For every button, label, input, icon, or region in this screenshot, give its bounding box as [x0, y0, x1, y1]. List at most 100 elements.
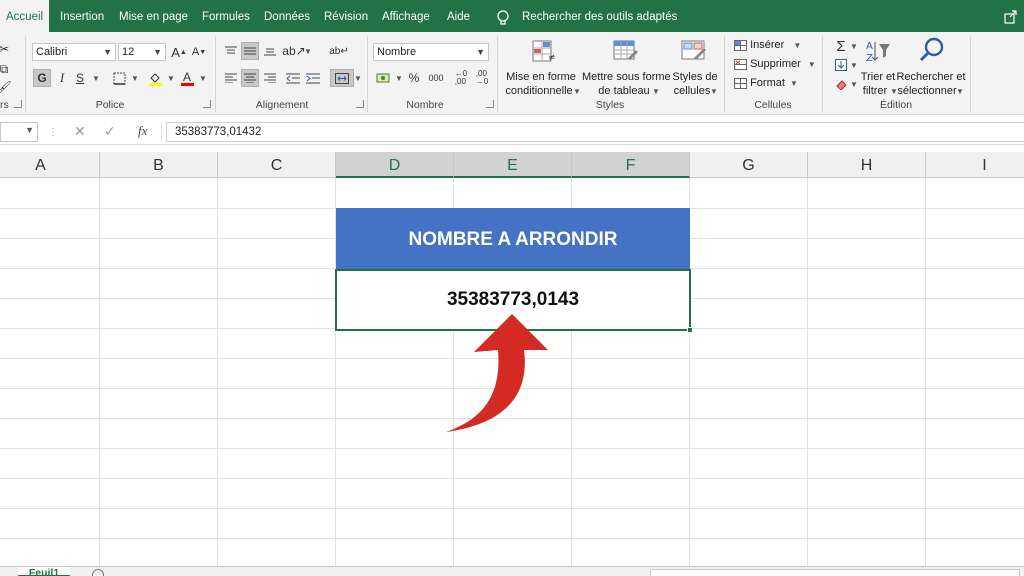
fill-color-button[interactable] [146, 69, 164, 87]
copy-icon[interactable]: ⧉ [0, 60, 8, 78]
decrease-decimal-icon[interactable]: ,00 →0 [473, 69, 491, 87]
merge-center-button[interactable] [330, 69, 354, 87]
orientation-icon[interactable]: ab↗ [282, 42, 305, 60]
formula-bar-grip-icon[interactable]: ⋮ [48, 127, 58, 138]
borders-button[interactable] [110, 69, 128, 87]
currency-format-icon[interactable] [374, 69, 392, 87]
decrease-indent-icon[interactable] [284, 69, 302, 87]
chevron-down-icon: ▼ [476, 47, 485, 57]
chevron-down-icon: ▼ [956, 87, 964, 96]
align-center-icon[interactable] [241, 69, 259, 87]
increase-indent-icon[interactable] [304, 69, 322, 87]
name-box[interactable]: ▼ [0, 122, 38, 142]
tab-revision[interactable]: Révision [324, 0, 368, 32]
cut-icon[interactable]: ✂ [0, 40, 9, 58]
paint-bucket-icon [148, 72, 162, 86]
clear-dropdown-icon[interactable]: ▼ [850, 80, 858, 89]
share-icon[interactable] [1004, 10, 1018, 24]
delete-cells-button[interactable]: Supprimer ▼ [734, 56, 816, 72]
alignement-launcher-icon[interactable] [356, 100, 364, 108]
tab-mise-en-page[interactable]: Mise en page [119, 0, 188, 32]
nombre-launcher-icon[interactable] [486, 100, 494, 108]
cancel-icon[interactable]: ✕ [74, 123, 86, 140]
align-bottom-icon[interactable] [261, 42, 279, 60]
fill-icon[interactable] [832, 56, 850, 74]
column-header-f[interactable]: F [572, 152, 690, 178]
chevron-down-icon: ▼ [652, 87, 660, 96]
format-as-table-button[interactable]: Mettre sous forme de tableau ▼ [582, 36, 671, 98]
merged-header-cell[interactable]: NOMBRE A ARRONDIR [336, 208, 690, 269]
wrap-text-icon[interactable]: ab↵ [329, 42, 349, 60]
underline-button[interactable]: S [71, 69, 89, 87]
column-header-b[interactable]: B [100, 152, 218, 178]
currency-dropdown-icon[interactable]: ▼ [395, 74, 403, 83]
column-header-h[interactable]: H [808, 152, 926, 178]
clipboard-launcher-icon[interactable] [14, 100, 22, 108]
fill-dropdown-icon[interactable]: ▼ [850, 61, 858, 70]
align-middle-icon[interactable] [241, 42, 259, 60]
number-format-select[interactable]: Nombre ▼ [373, 43, 489, 61]
thousands-separator-button[interactable]: 000 [425, 69, 447, 87]
horizontal-scrollbar[interactable] [650, 569, 1020, 576]
shrink-font-button[interactable]: A ▼ [190, 43, 208, 61]
insert-function-button[interactable]: fx [138, 123, 147, 139]
increase-decimal-icon[interactable]: ←0,00 [452, 69, 470, 87]
font-color-button[interactable]: A [178, 69, 196, 87]
autosum-dropdown-icon[interactable]: ▼ [850, 42, 858, 51]
underline-glyph: S [75, 71, 84, 85]
percent-button[interactable]: % [405, 69, 423, 87]
tab-affichage[interactable]: Affichage [382, 0, 430, 32]
formula-input[interactable]: 35383773,01432 [166, 122, 1024, 142]
align-right-icon[interactable] [261, 69, 279, 87]
police-launcher-icon[interactable] [203, 100, 211, 108]
chevron-down-icon: ▼ [710, 87, 718, 96]
italic-button[interactable]: I [53, 69, 71, 87]
autosum-icon[interactable]: Σ [832, 37, 850, 55]
tab-formules[interactable]: Formules [202, 0, 250, 32]
find-select-line2: sélectionner [897, 85, 957, 97]
group-separator [367, 36, 368, 112]
column-header-c[interactable]: C [218, 152, 336, 178]
conditional-formatting-button[interactable]: ≠ Mise en forme conditionnelle ▼ [503, 36, 581, 98]
tab-donnees[interactable]: Données [264, 0, 310, 32]
chevron-down-icon: ▼ [153, 47, 162, 57]
underline-dropdown-icon[interactable]: ▼ [92, 74, 100, 83]
sheet-tab-feuil1[interactable]: Feuil1 [18, 567, 70, 576]
tab-aide[interactable]: Aide [447, 0, 470, 32]
tab-insertion[interactable]: Insertion [60, 0, 104, 32]
column-header-i[interactable]: I [926, 152, 1024, 178]
column-headers: ABCDEFGHI [0, 152, 1024, 178]
align-top-icon[interactable] [222, 42, 240, 60]
enter-icon[interactable]: ✓ [104, 123, 116, 140]
merge-dropdown-icon[interactable]: ▼ [354, 74, 362, 83]
format-cells-button[interactable]: Format ▼ [734, 75, 798, 91]
tab-accueil[interactable]: Accueil [0, 0, 50, 32]
group-separator [215, 36, 216, 112]
grow-font-button[interactable]: A ▲ [170, 43, 188, 61]
insert-cells-button[interactable]: Insérer ▼ [734, 37, 801, 53]
font-size-select[interactable]: 12 ▼ [118, 43, 166, 61]
column-header-a[interactable]: A [0, 152, 100, 178]
sort-filter-button[interactable]: A Z Trier et filtrer ▼ [858, 36, 898, 98]
font-name-select[interactable]: Calibri ▼ [32, 43, 116, 61]
font-color-dropdown-icon[interactable]: ▼ [199, 74, 207, 83]
borders-dropdown-icon[interactable]: ▼ [131, 74, 139, 83]
format-as-table-icon [613, 40, 638, 60]
clear-icon[interactable] [832, 75, 850, 93]
cell-styles-button[interactable]: Styles de cellules ▼ [672, 36, 720, 98]
sort-filter-line1: Trier et [860, 71, 896, 83]
fill-color-dropdown-icon[interactable]: ▼ [167, 74, 175, 83]
column-header-g[interactable]: G [690, 152, 808, 178]
format-painter-icon[interactable]: 🖌 [0, 78, 12, 96]
fill-handle[interactable] [687, 327, 693, 333]
delete-label: Supprimer [750, 58, 801, 70]
format-cells-icon [734, 77, 747, 89]
orientation-dropdown-icon[interactable]: ▼ [304, 47, 312, 56]
column-header-e[interactable]: E [454, 152, 572, 178]
column-header-d[interactable]: D [336, 152, 454, 178]
align-left-icon[interactable] [222, 69, 240, 87]
group-separator [25, 36, 26, 112]
add-sheet-icon[interactable] [92, 569, 104, 576]
find-select-button[interactable]: Rechercher et sélectionner ▼ [896, 36, 966, 98]
bold-button[interactable]: G [33, 69, 51, 87]
